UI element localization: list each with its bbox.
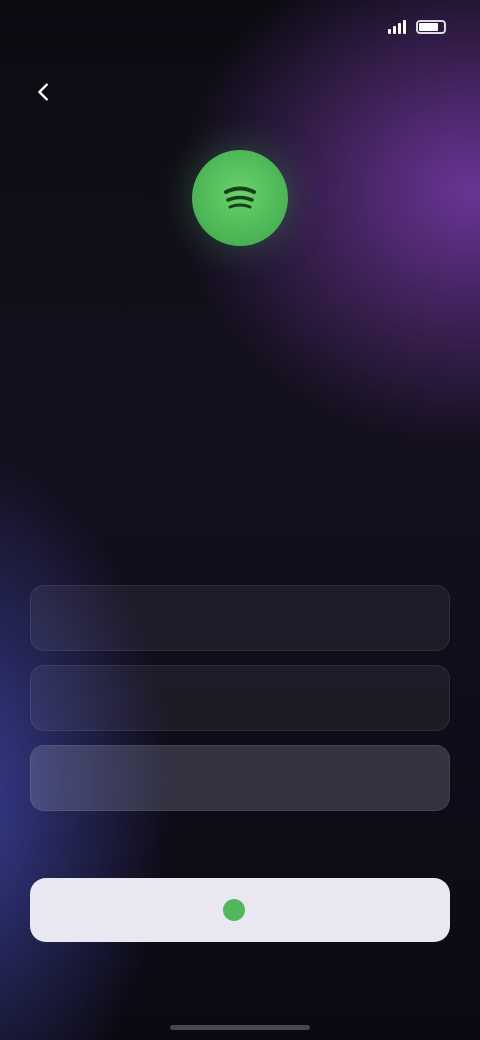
battery-icon (416, 20, 446, 34)
login-form (30, 585, 450, 825)
logo-mark-icon (224, 186, 256, 209)
field-3[interactable] (30, 745, 450, 811)
status-right (388, 20, 446, 34)
brand-icon (223, 899, 245, 921)
primary-action-button[interactable] (30, 878, 450, 942)
signal-icon (388, 20, 406, 34)
field-2[interactable] (30, 665, 450, 731)
field-3-input[interactable] (47, 767, 433, 789)
field-1[interactable] (30, 585, 450, 651)
status-bar (0, 0, 480, 54)
home-indicator (170, 1025, 310, 1030)
chevron-left-icon (38, 83, 48, 101)
brand-block (192, 150, 288, 288)
brand-logo-icon (192, 150, 288, 246)
field-1-input[interactable] (47, 607, 433, 629)
back-button[interactable] (22, 70, 66, 114)
field-2-input[interactable] (47, 687, 433, 709)
